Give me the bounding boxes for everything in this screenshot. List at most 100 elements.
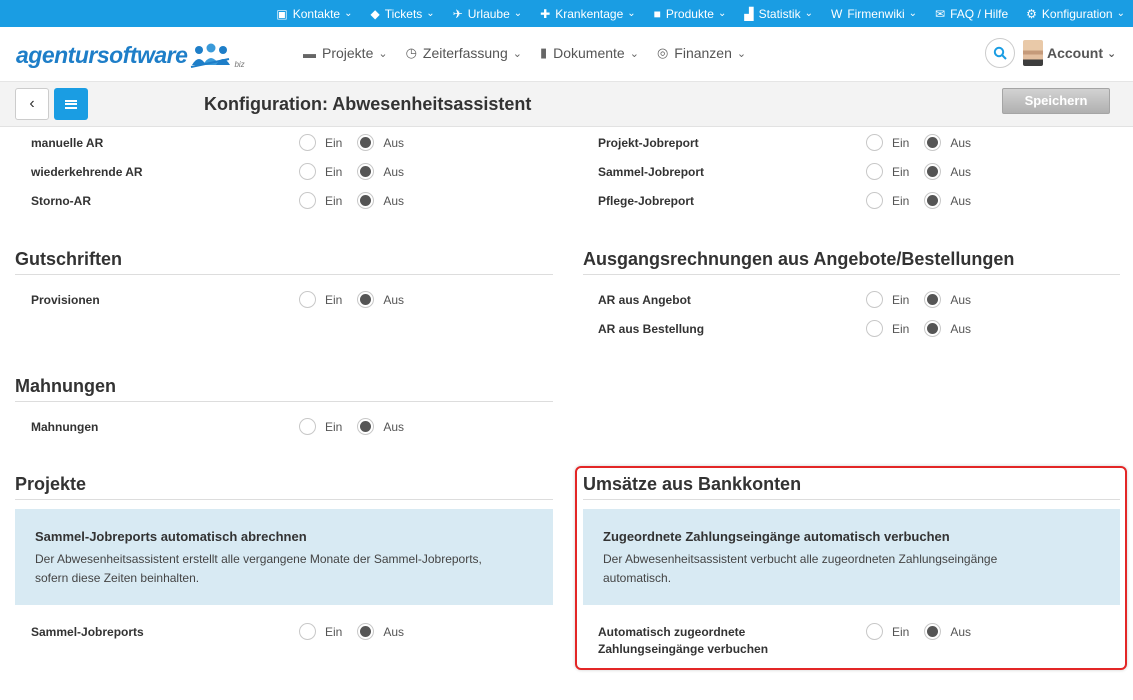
topnav-krankentage[interactable]: ✚ Krankentage ⌄ xyxy=(540,7,636,21)
radio-group: Ein Aus xyxy=(299,163,404,180)
radio-aus[interactable] xyxy=(924,134,942,151)
radio-ein[interactable] xyxy=(866,291,883,308)
radio-ein[interactable] xyxy=(299,163,316,180)
radio-aus[interactable] xyxy=(357,163,375,180)
radio-label: Aus xyxy=(383,292,405,307)
radio-ein[interactable] xyxy=(299,623,316,640)
topnav-produkte[interactable]: ■ Produkte ⌄ xyxy=(654,7,727,21)
topnav-urlaube[interactable]: ✈ Urlaube ⌄ xyxy=(453,7,522,21)
info-title: Zugeordnete Zahlungseingänge automatisch… xyxy=(603,529,950,544)
radio-label: Ein xyxy=(892,135,910,150)
search-button[interactable] xyxy=(985,38,1015,68)
radio-label: Aus xyxy=(383,419,405,434)
setting-row: Pflege-Jobreport xyxy=(598,191,694,211)
topnav-label: Statistik xyxy=(758,6,801,21)
radio-ein[interactable] xyxy=(866,163,883,180)
gears-icon: ⚙ xyxy=(1026,6,1037,21)
topnav-statistik[interactable]: ▟ Statistik ⌄ xyxy=(744,7,813,21)
chevron-down-icon: ⌄ xyxy=(426,8,435,19)
radio-label: Aus xyxy=(950,321,972,336)
setting-label-line: Automatisch zugeordnete xyxy=(598,625,746,639)
setting-label: Sammel-Jobreport xyxy=(598,165,705,179)
search-icon xyxy=(993,46,1007,60)
radio-label: Ein xyxy=(892,624,910,639)
radio-aus[interactable] xyxy=(357,134,375,151)
radio-aus[interactable] xyxy=(357,623,375,640)
chevron-down-icon: ⌄ xyxy=(717,8,727,19)
setting-label: Projekt-Jobreport xyxy=(598,136,699,150)
topnav-faq[interactable]: ✉ FAQ / Hilfe xyxy=(935,7,1008,21)
topnav-label: Urlaube xyxy=(467,6,510,21)
radio-aus[interactable] xyxy=(924,320,942,337)
top-navigation: ▣ Kontakte ⌄ ◆ Tickets ⌄ ✈ Urlaube ⌄ ✚ K… xyxy=(0,0,1133,27)
wikipedia-icon: W xyxy=(830,6,843,21)
radio-aus[interactable] xyxy=(924,163,942,180)
nav-label: Zeiterfassung xyxy=(422,45,508,61)
setting-row: manuelle AR xyxy=(31,133,103,153)
page-toolbar: ‹ Konfiguration: Abwesenheitsassistent S… xyxy=(0,82,1133,127)
radio-label: Ein xyxy=(325,193,343,208)
radio-ein[interactable] xyxy=(299,192,316,209)
radio-aus[interactable] xyxy=(357,291,375,308)
topnav-firmenwiki[interactable]: W Firmenwiki ⌄ xyxy=(831,7,917,21)
bar-chart-icon: ▟ xyxy=(744,6,754,21)
logo-suffix: biz xyxy=(234,60,245,69)
radio-label: Aus xyxy=(950,292,972,307)
radio-label: Ein xyxy=(325,419,343,434)
setting-row: Storno-AR xyxy=(31,191,91,211)
section-title-mahnungen: Mahnungen xyxy=(15,376,553,402)
radio-ein[interactable] xyxy=(299,418,316,435)
radio-ein[interactable] xyxy=(299,291,316,308)
nav-finanzen[interactable]: ◎ Finanzen ⌄ xyxy=(657,45,746,61)
info-text-line: Der Abwesenheitsassistent verbucht alle … xyxy=(603,552,998,566)
section-title-projekte: Projekte xyxy=(15,474,553,500)
chevron-down-icon: ⌄ xyxy=(344,8,353,19)
radio-ein[interactable] xyxy=(866,320,883,337)
radio-ein[interactable] xyxy=(866,192,883,209)
nav-label: Dokumente xyxy=(553,45,625,61)
nav-projekte[interactable]: ▬ Projekte ⌄ xyxy=(303,45,388,61)
setting-label: Provisionen xyxy=(31,293,100,307)
logo[interactable]: agentursoftware biz xyxy=(16,41,245,69)
radio-aus[interactable] xyxy=(924,192,942,209)
nav-zeiterfassung[interactable]: ◷ Zeiterfassung ⌄ xyxy=(406,45,522,61)
topnav-label: Krankentage xyxy=(555,6,624,21)
medkit-icon: ✚ xyxy=(540,6,551,21)
radio-label: Aus xyxy=(950,135,972,150)
people-logo-icon xyxy=(191,43,231,68)
account-menu[interactable]: Account ⌄ xyxy=(1023,40,1116,66)
radio-ein[interactable] xyxy=(299,134,316,151)
radio-aus[interactable] xyxy=(357,418,375,435)
radio-ein[interactable] xyxy=(866,623,883,640)
menu-button[interactable] xyxy=(54,88,88,120)
topnav-konfiguration[interactable]: ⚙ Konfiguration ⌄ xyxy=(1026,7,1125,21)
radio-label: Aus xyxy=(383,164,405,179)
account-label: Account xyxy=(1047,45,1103,61)
topnav-label: Kontakte xyxy=(292,6,341,21)
radio-aus[interactable] xyxy=(924,291,942,308)
setting-label-line: Zahlungseingänge verbuchen xyxy=(598,642,769,656)
section-title-ausgangsrechnungen: Ausgangsrechnungen aus Angebote/Bestellu… xyxy=(583,249,1120,275)
radio-ein[interactable] xyxy=(866,134,883,151)
topnav-kontakte[interactable]: ▣ Kontakte ⌄ xyxy=(276,7,352,21)
topnav-label: Firmenwiki xyxy=(847,6,905,21)
save-button[interactable]: Speichern xyxy=(1002,88,1110,114)
setting-row: Projekt-Jobreport xyxy=(598,133,699,153)
hamburger-icon xyxy=(65,99,77,109)
topnav-tickets[interactable]: ◆ Tickets ⌄ xyxy=(370,7,434,21)
radio-label: Aus xyxy=(950,193,972,208)
radio-group: Ein Aus xyxy=(299,134,404,151)
setting-row: Mahnungen xyxy=(31,417,98,437)
setting-row: AR aus Bestellung xyxy=(598,319,704,339)
radio-group: Ein Aus xyxy=(866,291,971,308)
radio-aus[interactable] xyxy=(924,623,942,640)
radio-group: Ein Aus xyxy=(299,623,404,640)
setting-row: Sammel-Jobreports xyxy=(31,622,144,642)
back-button[interactable]: ‹ xyxy=(15,88,49,120)
money-icon: ◎ xyxy=(656,45,669,60)
radio-group: Ein Aus xyxy=(866,320,971,337)
radio-aus[interactable] xyxy=(357,192,375,209)
radio-label: Aus xyxy=(383,624,405,639)
nav-dokumente[interactable]: ▮ Dokumente ⌄ xyxy=(540,45,639,61)
radio-label: Ein xyxy=(892,193,910,208)
